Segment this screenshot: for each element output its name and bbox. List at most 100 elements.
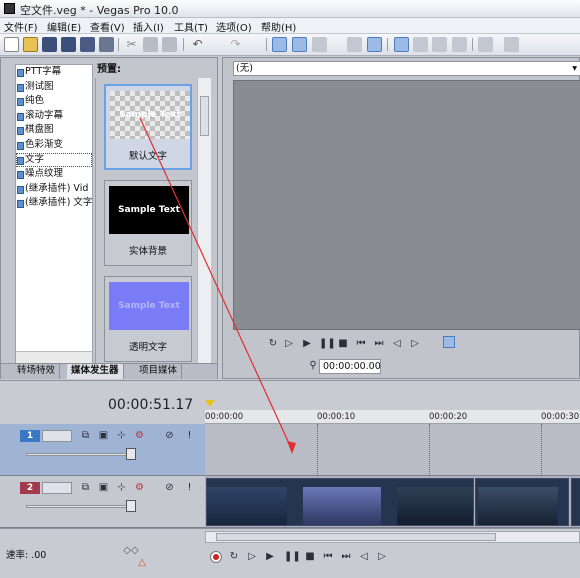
solo-icon[interactable]: ! — [184, 430, 195, 441]
paste-icon[interactable] — [162, 37, 177, 52]
video-clip[interactable] — [206, 478, 474, 526]
mute-icon[interactable]: ⊘ — [164, 482, 175, 493]
solo-icon[interactable]: ! — [184, 482, 195, 493]
track-fx-icon[interactable]: ▣ — [98, 430, 109, 441]
compositing-icon[interactable]: ⊹ — [116, 482, 127, 493]
tree-horizontal-scrollbar[interactable] — [16, 351, 92, 363]
loop-icon[interactable]: ↻ — [267, 338, 279, 350]
undo-icon[interactable]: ↶ — [190, 37, 205, 52]
tab-transitions[interactable]: 转场特效 — [13, 364, 61, 379]
track-name-field[interactable] — [42, 430, 72, 442]
preset-card[interactable]: Sample Text 实体背景 — [104, 180, 192, 266]
next-frame-icon[interactable]: ▷ — [376, 551, 388, 563]
rate-slider-icon[interactable]: ◇◇ — [120, 545, 142, 557]
selection-tool-icon[interactable] — [432, 37, 447, 52]
video-clip[interactable] — [571, 478, 580, 526]
tree-item[interactable]: 纯色 — [16, 94, 92, 109]
pause-icon[interactable]: ❚❚ — [319, 338, 336, 350]
menu-view[interactable]: 查看(V) — [90, 19, 125, 34]
timeline-scrollbar[interactable] — [205, 531, 580, 543]
play-from-start-icon[interactable]: ▷ — [283, 338, 295, 350]
track-motion-icon[interactable]: ⧉ — [80, 430, 91, 441]
next-frame-icon[interactable]: ▷ — [409, 338, 421, 350]
menu-help[interactable]: 帮助(H) — [261, 19, 296, 34]
tree-item-selected[interactable]: 文字 — [16, 152, 92, 168]
tab-project-media[interactable]: 项目媒体 — [135, 364, 183, 379]
online-help-icon[interactable] — [478, 37, 493, 52]
save-icon[interactable] — [42, 37, 57, 52]
tree-item[interactable]: 噪点纹理 — [16, 167, 92, 182]
copy-icon[interactable] — [143, 37, 158, 52]
menu-edit[interactable]: 编辑(E) — [47, 19, 81, 34]
menu-options[interactable]: 选项(O) — [216, 19, 252, 34]
opacity-slider[interactable] — [26, 453, 136, 456]
snapping-icon[interactable] — [272, 37, 287, 52]
preset-card[interactable]: Sample Text 默认文字 — [104, 84, 192, 170]
menu-tools[interactable]: 工具(T) — [174, 19, 208, 34]
menu-file[interactable]: 文件(F) — [4, 19, 38, 34]
track-fx-icon[interactable]: ▣ — [98, 482, 109, 493]
pause-icon[interactable]: ❚❚ — [284, 551, 301, 563]
render-icon[interactable] — [80, 37, 95, 52]
track-1-lane[interactable] — [205, 424, 580, 528]
ignore-grouping-icon[interactable] — [367, 37, 382, 52]
tree-item[interactable]: 滚动字幕 — [16, 109, 92, 124]
previous-frame-icon[interactable]: ◁ — [358, 551, 370, 563]
video-clip[interactable] — [475, 478, 569, 526]
preset-card[interactable]: Sample Text 透明文字 — [104, 276, 192, 362]
opacity-slider-knob[interactable] — [126, 500, 136, 512]
cursor-marker-icon[interactable] — [205, 400, 215, 407]
tree-item[interactable]: 测试图 — [16, 80, 92, 95]
mute-icon[interactable]: ⊘ — [164, 430, 175, 441]
go-to-start-icon[interactable]: ⏮ — [322, 551, 334, 563]
scrollbar-thumb[interactable] — [200, 96, 209, 136]
go-to-end-icon[interactable]: ⏭ — [340, 551, 352, 563]
tab-media-generators[interactable]: 媒体发生器 — [67, 364, 124, 379]
compositing-icon[interactable]: ⊹ — [116, 430, 127, 441]
rate-slider-knob-icon[interactable]: △ — [136, 557, 148, 569]
stop-icon[interactable]: ■ — [337, 338, 349, 350]
tree-item[interactable]: PTT字幕 — [16, 65, 92, 80]
menu-insert[interactable]: 插入(I) — [133, 19, 164, 34]
track-2-lane[interactable] — [205, 476, 580, 528]
opacity-slider[interactable] — [26, 505, 136, 508]
record-icon[interactable] — [210, 551, 222, 563]
redo-icon[interactable]: ↷ — [228, 37, 243, 52]
lock-envelopes-icon[interactable] — [347, 37, 362, 52]
tree-item[interactable]: 棋盘图 — [16, 123, 92, 138]
scrollbar-thumb[interactable] — [216, 533, 496, 541]
preview-quality-dropdown[interactable]: (无) ▾ — [233, 61, 580, 76]
stop-icon[interactable]: ■ — [304, 551, 316, 563]
save-as-icon[interactable] — [61, 37, 76, 52]
track-motion-icon[interactable]: ⧉ — [80, 482, 91, 493]
previous-frame-icon[interactable]: ◁ — [391, 338, 403, 350]
settings-gear-icon[interactable]: ⚙ — [134, 430, 145, 441]
tree-item[interactable]: (继承插件) Vid — [16, 182, 92, 197]
trim-icon[interactable] — [443, 336, 455, 348]
loop-icon[interactable]: ↻ — [228, 551, 240, 563]
auto-ripple-icon[interactable] — [312, 37, 327, 52]
auto-crossfade-icon[interactable] — [292, 37, 307, 52]
track-name-field[interactable] — [42, 482, 72, 494]
opacity-slider-knob[interactable] — [126, 448, 136, 460]
generator-tree[interactable]: PTT字幕 测试图 纯色 滚动字幕 棋盘图 色彩渐变 文字 噪点纹理 (继承插件… — [15, 64, 93, 364]
settings-gear-icon[interactable]: ⚙ — [134, 482, 145, 493]
tree-item[interactable]: (继承插件) 文字 — [16, 196, 92, 211]
new-icon[interactable] — [4, 37, 19, 52]
cut-icon[interactable]: ✂ — [124, 37, 139, 52]
preset-scrollbar[interactable] — [197, 78, 211, 368]
play-from-start-icon[interactable]: ▷ — [246, 551, 258, 563]
envelope-tool-icon[interactable] — [413, 37, 428, 52]
normal-edit-tool-icon[interactable] — [394, 37, 409, 52]
whats-this-help-icon[interactable] — [504, 37, 519, 52]
play-icon[interactable]: ▶ — [264, 551, 276, 563]
play-icon[interactable]: ▶ — [301, 338, 313, 350]
time-ruler[interactable]: 00:00:00 00:00:10 00:00:20 00:00:30 — [205, 410, 580, 424]
track-header-2[interactable]: 2 ⧉ ▣ ⊹ ⚙ ⊘ ! — [0, 476, 205, 528]
go-to-start-icon[interactable]: ⏮ — [355, 338, 367, 350]
properties-icon[interactable] — [99, 37, 114, 52]
zoom-tool-icon[interactable] — [452, 37, 467, 52]
open-icon[interactable] — [23, 37, 38, 52]
go-to-end-icon[interactable]: ⏭ — [373, 338, 385, 350]
tree-item[interactable]: 色彩渐变 — [16, 138, 92, 153]
